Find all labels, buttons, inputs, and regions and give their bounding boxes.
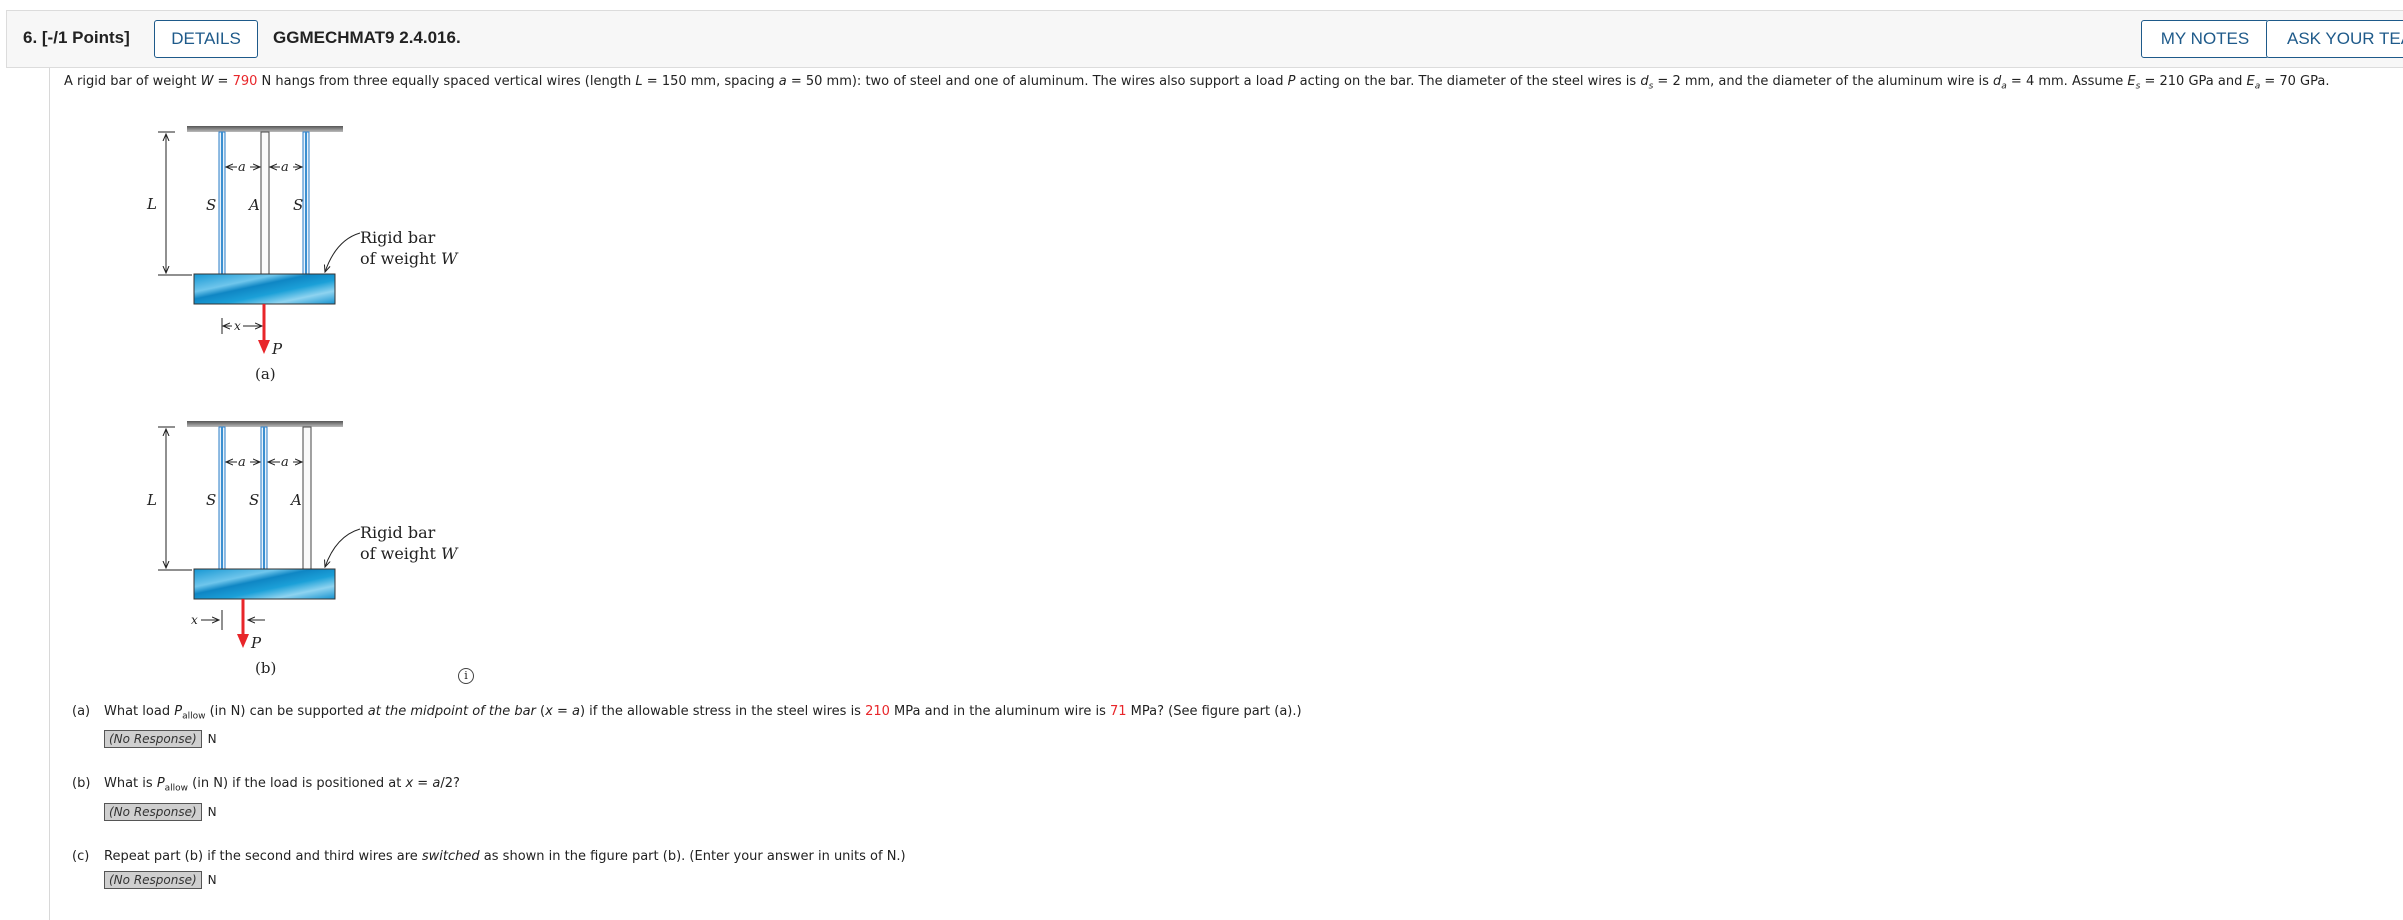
x-label: x <box>191 613 198 627</box>
wire-3 <box>302 131 310 275</box>
question-part-c: (c) Repeat part (b) if the second and thi… <box>72 849 906 864</box>
x-label: x <box>234 319 241 333</box>
answer-field-c[interactable]: (No Response) <box>104 871 202 889</box>
question-part-a: (a) What load Pallow (in N) can be suppor… <box>72 704 1302 722</box>
figure-caption-a: (a) <box>255 365 276 383</box>
ceiling-support <box>187 126 343 132</box>
unit-label-a: N <box>207 732 217 746</box>
wire-2-label: S <box>249 491 259 509</box>
unit-label-b: N <box>207 805 217 819</box>
load-arrowhead <box>237 634 249 648</box>
length-label: L <box>146 195 157 213</box>
info-icon[interactable]: i <box>458 668 474 684</box>
rigid-bar-label-2: of weight W <box>360 249 459 268</box>
rigid-bar-leader <box>325 232 361 272</box>
answer-row-c: (No Response) N <box>104 871 217 889</box>
spacing-label-1: a <box>238 160 246 175</box>
load-label: P <box>271 340 283 358</box>
question-part-b: (b) What is Pallow (in N) if the load is … <box>72 776 460 794</box>
wire-1 <box>218 131 226 275</box>
figure-caption-b: (b) <box>255 659 276 677</box>
spacing-label-1: a <box>238 455 246 470</box>
wire-2 <box>260 131 270 275</box>
load-label: P <box>250 634 262 652</box>
wire-2-label: A <box>247 196 260 214</box>
figure-b: L S S A a a Rigid bar of weight W x P (b… <box>146 421 459 677</box>
answer-row-b: (No Response) N <box>104 803 217 821</box>
rigid-bar-leader <box>325 528 361 567</box>
load-arrowhead <box>258 340 270 354</box>
length-label: L <box>146 491 157 509</box>
answer-field-a[interactable]: (No Response) <box>104 730 202 748</box>
wire-1 <box>218 426 226 570</box>
ceiling-support <box>187 421 343 427</box>
rigid-bar <box>193 568 336 600</box>
spacing-label-2: a <box>281 455 289 470</box>
unit-label-c: N <box>207 873 217 887</box>
wire-1-label: S <box>206 196 216 214</box>
rigid-bar <box>193 273 336 305</box>
rigid-bar-label-1: Rigid bar <box>360 523 436 542</box>
steel-stress-value: 210 <box>865 704 890 719</box>
aluminum-stress-value: 71 <box>1109 704 1127 719</box>
spacing-label-2: a <box>281 160 289 175</box>
wire-2 <box>260 426 268 570</box>
answer-field-b[interactable]: (No Response) <box>104 803 202 821</box>
wire-1-label: S <box>206 491 216 509</box>
rigid-bar-label-2: of weight W <box>360 544 459 563</box>
wire-3 <box>302 426 312 570</box>
answer-row-a: (No Response) N <box>104 730 217 748</box>
wire-3-label: S <box>293 196 303 214</box>
wire-3-label: A <box>289 491 302 509</box>
rigid-bar-label-1: Rigid bar <box>360 228 436 247</box>
figure-a: L S A S a a Rigid bar of weight W x P (a… <box>146 126 459 383</box>
figure: L S A S a a Rigid bar of weight W x P (a… <box>146 126 459 677</box>
